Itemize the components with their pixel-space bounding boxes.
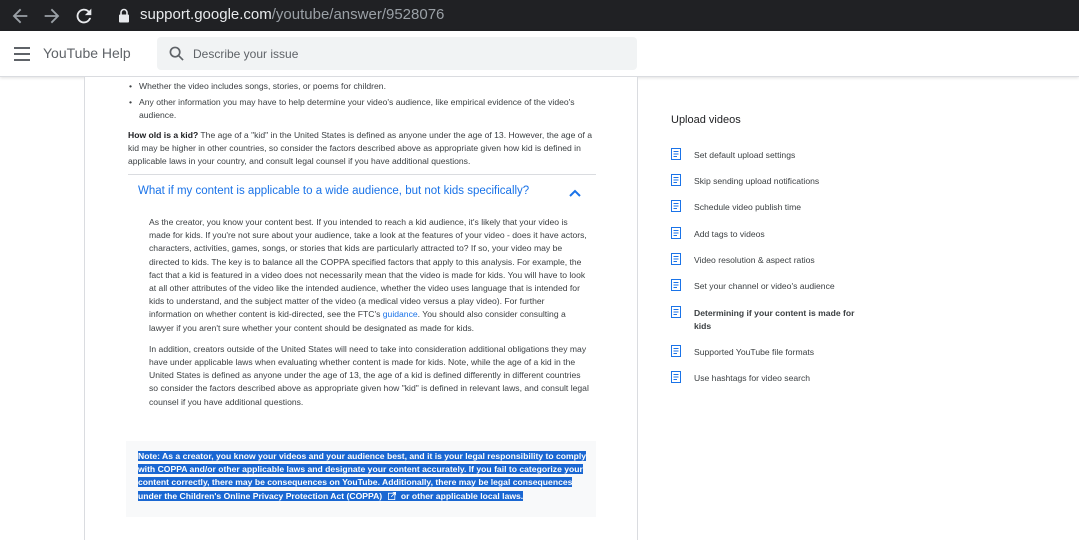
article-icon (671, 345, 681, 357)
search-box[interactable] (157, 37, 637, 70)
note-box: Note: As a creator, you know your videos… (126, 441, 596, 517)
sidebar-item-label[interactable]: Set your channel or video's audience (694, 280, 869, 293)
sidebar-item-label[interactable]: Use hashtags for video search (694, 372, 869, 385)
app-title[interactable]: YouTube Help (43, 45, 131, 61)
sidebar-item-label[interactable]: Add tags to videos (694, 228, 869, 241)
hamburger-menu-icon[interactable] (14, 47, 30, 61)
article-icon (671, 371, 681, 383)
article-icon (671, 148, 681, 160)
note-text: Note: As a creator, you know your videos… (138, 450, 594, 503)
lock-icon[interactable] (117, 8, 131, 23)
article-icon (671, 279, 681, 291)
back-arrow-icon[interactable] (9, 5, 31, 27)
note-text-b: or other applicable local laws. (398, 490, 524, 501)
url-path: /youtube/answer/9528076 (271, 6, 445, 23)
ftc-guidance-link[interactable]: guidance (383, 309, 418, 319)
list-item: Whether the video includes songs, storie… (129, 80, 589, 93)
article-icon (671, 253, 681, 265)
related-articles-sidebar: Upload videos (671, 114, 871, 126)
article-icon (671, 200, 681, 212)
article-icon (671, 174, 681, 186)
expander-paragraph: As the creator, you know your content be… (149, 216, 589, 335)
kid-age-question: How old is a kid? (128, 130, 199, 140)
reload-icon[interactable] (73, 5, 95, 27)
expander-paragraph: In addition, creators outside of the Uni… (149, 343, 589, 407)
list-item: Any other information you may have to he… (129, 96, 589, 122)
sidebar-item-label[interactable]: Schedule video publish time (694, 201, 869, 214)
article-icon (671, 306, 681, 318)
factor-list: Whether the video includes songs, storie… (129, 80, 589, 125)
sidebar-title: Upload videos (671, 114, 741, 126)
sidebar-item-label[interactable]: Skip sending upload notifications (694, 175, 869, 188)
expander-title[interactable]: What if my content is applicable to a wi… (138, 185, 529, 197)
browser-toolbar: support.google.com/youtube/answer/952807… (0, 0, 1079, 31)
kid-age-paragraph: How old is a kid? The age of a "kid" in … (128, 129, 598, 168)
sidebar-item-label[interactable]: Supported YouTube file formats (694, 346, 869, 359)
kid-age-answer: The age of a "kid" in the United States … (128, 130, 593, 166)
address-bar[interactable]: support.google.com/youtube/answer/952807… (140, 6, 444, 24)
app-header: YouTube Help (0, 31, 1079, 77)
forward-arrow-icon[interactable] (41, 5, 63, 27)
expander-body: As the creator, you know your content be… (149, 216, 589, 417)
external-link-icon[interactable] (387, 491, 396, 500)
expander-text: As the creator, you know your content be… (149, 217, 587, 320)
chevron-up-icon[interactable] (569, 189, 581, 197)
sidebar-item-label[interactable]: Set default upload settings (694, 149, 869, 162)
sidebar-item-label[interactable]: Video resolution & aspect ratios (694, 254, 869, 267)
sidebar-item-label[interactable]: Determining if your content is made for … (694, 307, 864, 333)
article-icon (671, 227, 681, 239)
search-input[interactable] (193, 37, 623, 70)
url-host: support.google.com (140, 6, 272, 23)
faq-expander[interactable]: What if my content is applicable to a wi… (128, 174, 596, 197)
search-icon[interactable] (169, 46, 184, 61)
